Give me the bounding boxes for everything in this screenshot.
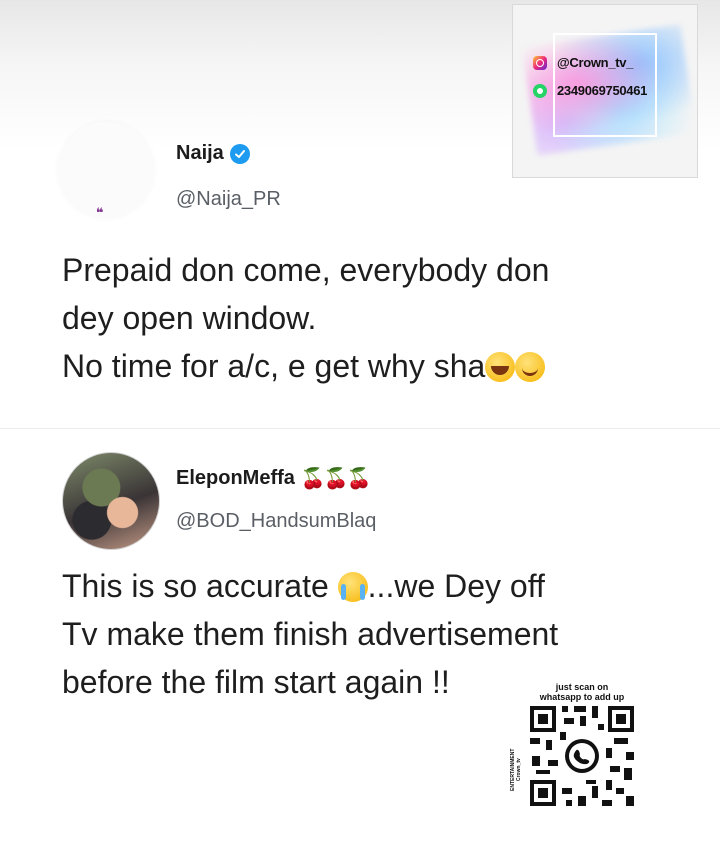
- instagram-handle: @Crown_tv_: [557, 55, 634, 70]
- divider: [0, 428, 720, 429]
- whatsapp-icon: [533, 83, 547, 98]
- avatar[interactable]: [62, 452, 160, 550]
- display-name[interactable]: EleponMeffa: [176, 467, 295, 490]
- whatsapp-row: 2349069750461: [533, 83, 647, 98]
- qr-side-label: ENTERTAINMENT Crown_tv: [510, 748, 522, 792]
- instagram-icon: [533, 55, 547, 70]
- qr-caption: just scan on whatsapp to add up: [539, 682, 625, 702]
- whatsapp-number: 2349069750461: [557, 83, 648, 98]
- author-row: EleponMeffa 🍒🍒🍒: [176, 466, 372, 490]
- user-handle[interactable]: @BOD_HandsumBlaq: [176, 510, 376, 533]
- laughing-face-icon: [485, 352, 516, 382]
- tweet-text-content: Prepaid don come, everybody don dey open…: [62, 252, 550, 384]
- user-handle[interactable]: @Naija_PR: [176, 188, 281, 211]
- quote-mark-icon: ❝: [96, 206, 104, 221]
- instagram-row: @Crown_tv_: [533, 55, 633, 70]
- display-name[interactable]: Naija: [176, 142, 224, 165]
- smiling-face-icon: [515, 352, 546, 382]
- tweet-text-before: This is so accurate: [62, 568, 338, 604]
- verified-badge-icon: [229, 143, 250, 164]
- watermark-badge: @Crown_tv_ 2349069750461: [512, 4, 698, 178]
- cherries-icon: 🍒🍒🍒: [300, 466, 372, 490]
- author-row: Naija: [176, 142, 250, 165]
- qr-code[interactable]: [526, 702, 638, 810]
- tweet-text: Prepaid don come, everybody don dey open…: [62, 246, 682, 390]
- crying-face-icon: [337, 572, 368, 602]
- avatar[interactable]: [58, 122, 154, 218]
